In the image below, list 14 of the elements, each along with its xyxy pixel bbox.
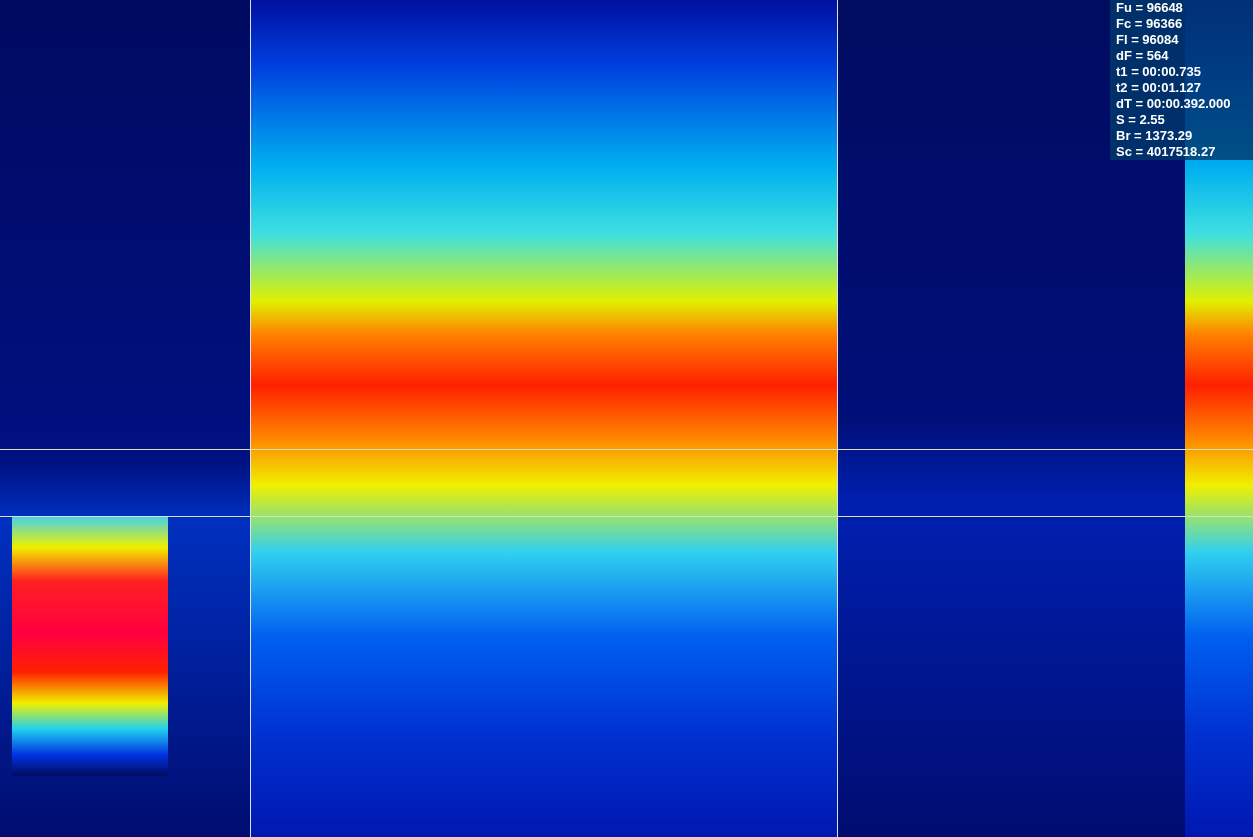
cursor-line[interactable] [0,449,1253,450]
readout-text: dF = 564 [1116,48,1170,64]
readout-text: t1 = 00:00.735 [1116,64,1202,80]
readout-text: Fu = 96648 [1116,0,1184,16]
readout-text: Fl = 96084 [1116,32,1180,48]
readout-text: S = 2.55 [1116,112,1166,128]
cursor-line[interactable] [250,0,251,837]
readout-text: Br = 1373.29 [1116,128,1194,144]
readout-text: Sc = 4017518.27 [1116,144,1217,160]
readout-text: dT = 00:00.392.000 [1116,96,1232,112]
readout-text: t2 = 00:01.127 [1116,80,1202,96]
readout-text: Fc = 96366 [1116,16,1184,32]
cursor-line[interactable] [0,516,1253,517]
cursor-line[interactable] [837,0,838,837]
